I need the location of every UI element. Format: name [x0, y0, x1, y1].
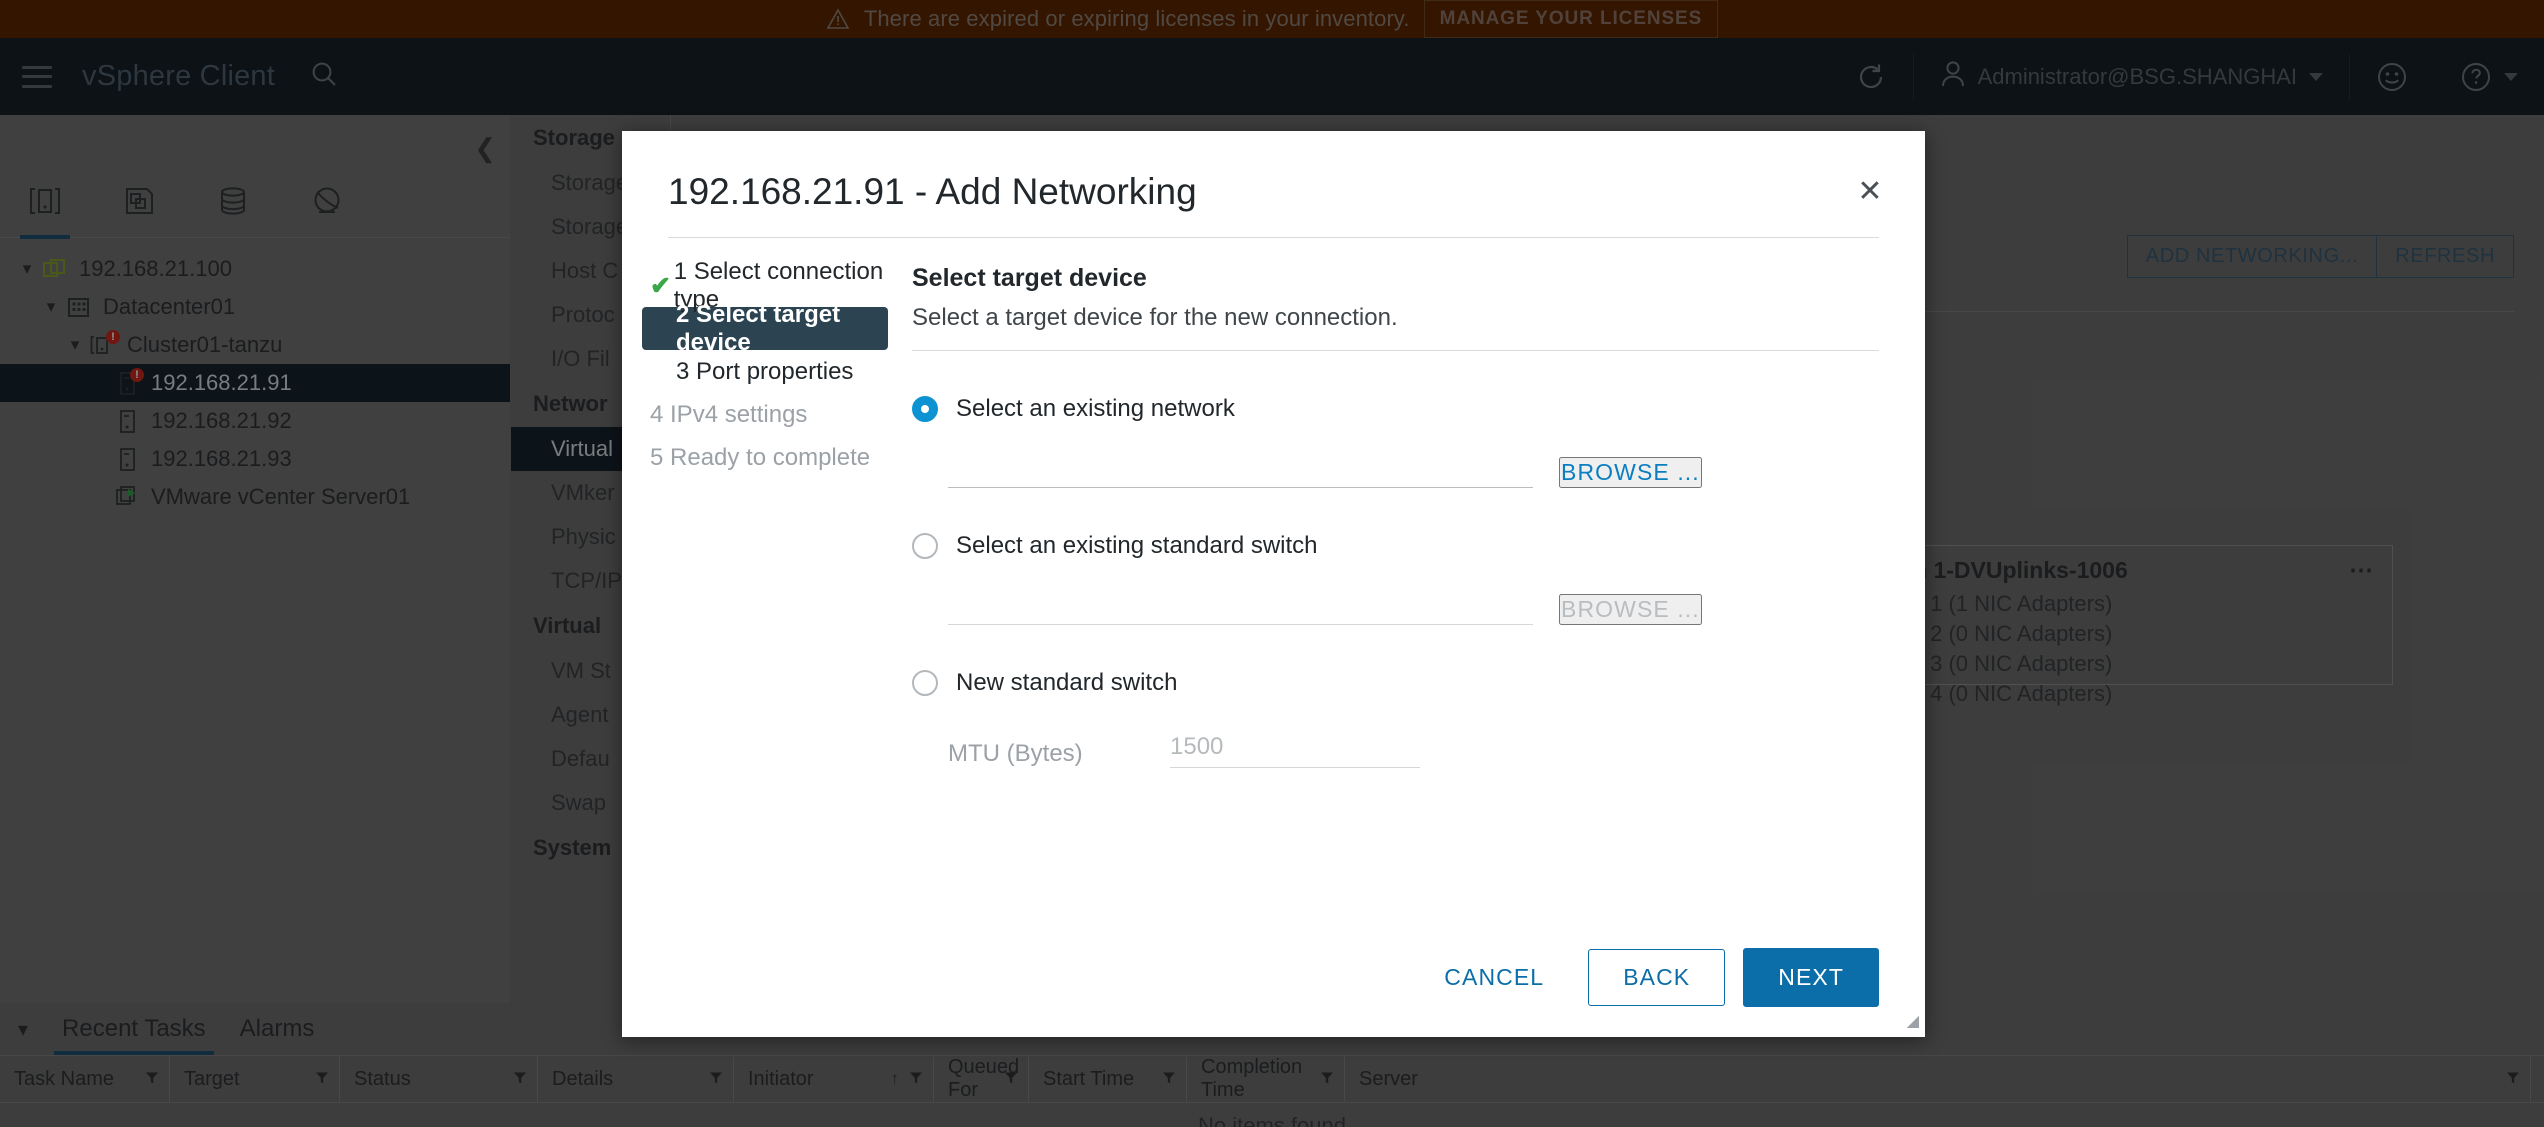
browse-network-button[interactable]: BROWSE ...: [1559, 457, 1702, 488]
browse-switch-button[interactable]: BROWSE ...: [1559, 594, 1702, 625]
option-existing-network-label: Select an existing network: [956, 395, 1235, 423]
wizard-pane: Select target device Select a target dev…: [912, 264, 1925, 768]
wizard-step-5[interactable]: 5 Ready to complete: [642, 436, 912, 479]
dialog-header: 192.168.21.91 - Add Networking ✕: [622, 131, 1925, 213]
wizard-step-label: 3 Port properties: [676, 358, 853, 386]
mtu-input[interactable]: 1500: [1170, 733, 1420, 768]
next-button[interactable]: NEXT: [1743, 948, 1879, 1007]
mtu-row: MTU (Bytes) 1500: [912, 733, 1879, 768]
existing-switch-input[interactable]: [948, 595, 1533, 625]
divider: [912, 350, 1879, 351]
dialog-footer: CANCEL BACK NEXT ◢: [622, 917, 1925, 1037]
add-networking-dialog: 192.168.21.91 - Add Networking ✕ ✔1 Sele…: [622, 131, 1925, 1037]
pane-heading: Select target device: [912, 264, 1879, 293]
radio-new-standard-switch[interactable]: [912, 670, 938, 696]
wizard-step-label: 4 IPv4 settings: [650, 401, 807, 429]
option-new-standard-switch[interactable]: New standard switch: [912, 669, 1879, 697]
existing-network-row: BROWSE ...: [912, 457, 1879, 488]
pane-subtext: Select a target device for the new conne…: [912, 304, 1879, 332]
option-existing-network[interactable]: Select an existing network: [912, 395, 1879, 423]
dialog-title: 192.168.21.91 - Add Networking: [668, 171, 1879, 213]
existing-switch-row: BROWSE ...: [912, 594, 1879, 625]
cancel-button[interactable]: CANCEL: [1418, 950, 1570, 1005]
option-existing-standard-switch[interactable]: Select an existing standard switch: [912, 532, 1879, 560]
dialog-body: ✔1 Select connection type2 Select target…: [622, 238, 1925, 768]
option-new-standard-switch-label: New standard switch: [956, 669, 1177, 697]
wizard-step-label: 5 Ready to complete: [650, 444, 870, 472]
wizard-step-label: 2 Select target device: [676, 301, 888, 357]
existing-network-input[interactable]: [948, 458, 1533, 488]
radio-existing-standard-switch[interactable]: [912, 533, 938, 559]
check-icon: ✔: [650, 271, 674, 301]
close-x-icon[interactable]: ✕: [1853, 177, 1887, 211]
wizard-step-2[interactable]: 2 Select target device: [642, 307, 888, 350]
option-existing-standard-switch-label: Select an existing standard switch: [956, 532, 1318, 560]
wizard-step-4[interactable]: 4 IPv4 settings: [642, 393, 912, 436]
back-button[interactable]: BACK: [1588, 949, 1725, 1006]
radio-existing-network[interactable]: [912, 396, 938, 422]
resize-handle-icon[interactable]: ◢: [1907, 1011, 1919, 1031]
wizard-steps: ✔1 Select connection type2 Select target…: [622, 264, 912, 768]
mtu-label: MTU (Bytes): [948, 740, 1170, 768]
screen: There are expired or expiring licenses i…: [0, 0, 2544, 1127]
